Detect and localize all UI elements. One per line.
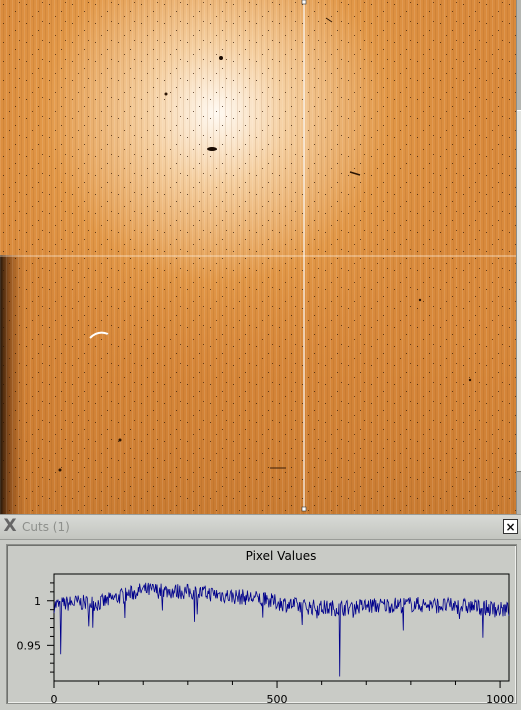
vertical-scrollbar[interactable]	[516, 0, 521, 514]
y-tick-label: 0.95	[17, 639, 42, 652]
astronomical-image[interactable]	[0, 0, 516, 514]
close-button[interactable]: ×	[503, 519, 518, 534]
y-tick-label: 1	[34, 595, 41, 608]
x-tick-label: 0	[51, 693, 58, 705]
plot-panel: Pixel Values 0 500 1000 1 0.95	[6, 544, 518, 705]
cut-handle-top[interactable]	[301, 0, 307, 5]
scrollbar-thumb[interactable]	[517, 110, 521, 472]
x-window-icon[interactable]: X	[2, 518, 18, 535]
cuts-window: X Cuts (1) × Pixel Values 0 500 1000 1 0.95	[0, 514, 521, 710]
x-tick-label: 500	[267, 693, 288, 705]
pixel-values-line	[53, 582, 510, 677]
x-tick-label: 1000	[486, 693, 514, 705]
window-titlebar[interactable]: X Cuts (1) ×	[0, 515, 521, 540]
window-title: Cuts (1)	[22, 520, 70, 534]
pixel-values-plot[interactable]: Pixel Values 0 500 1000 1 0.95	[7, 545, 518, 705]
plot-title: Pixel Values	[246, 549, 317, 563]
image-canvas[interactable]	[0, 0, 516, 514]
cut-handle-bottom[interactable]	[301, 506, 307, 512]
